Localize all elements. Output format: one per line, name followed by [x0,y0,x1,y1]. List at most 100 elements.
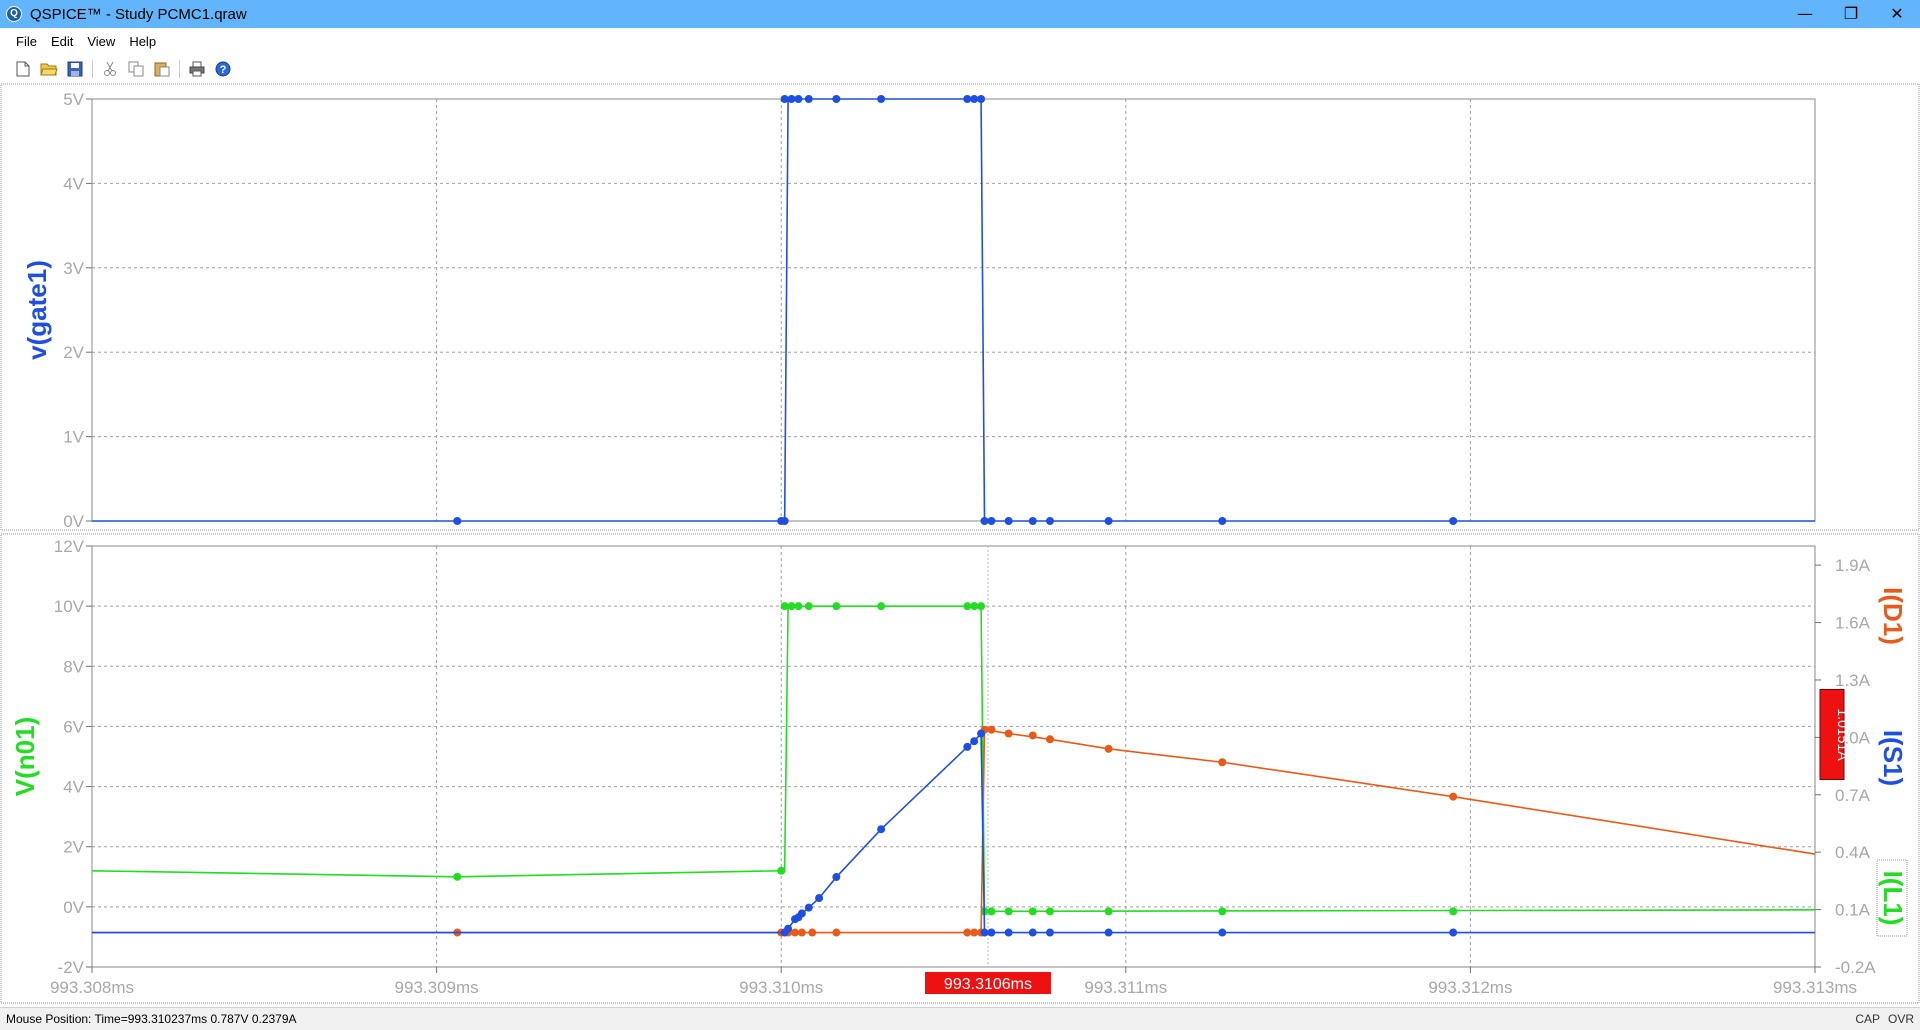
bottom-point-i-d1 [1028,731,1037,740]
top-left-tick-label: 0V [63,512,84,531]
paste-icon[interactable] [153,60,171,78]
top-left-tick-label: 4V [63,174,84,193]
bottom-point-i-d1 [970,928,979,937]
top-plot-frame [91,98,1816,522]
menu-help[interactable]: Help [122,34,163,49]
cursor-x-readout: 993.3106ms [924,972,1051,994]
top-left-tick-label: 3V [63,259,84,278]
bottom-point-v-n01 [963,602,972,611]
bottom-point-i-s1 [987,928,996,937]
restore-button[interactable]: ❐ [1828,0,1874,28]
mouse-position-readout: Mouse Position: Time=993.310237ms 0.787V… [6,1012,297,1026]
bottom-point-v-n01 [804,602,813,611]
bottom-right-tick-label: 0.4A [1835,843,1871,862]
bottom-point-i-d1 [797,928,806,937]
bottom-left-tick-label: 8V [63,657,84,676]
bottom-left-tick-label: 4V [63,778,84,797]
top-point-v-gate1 [1449,517,1458,525]
x-tick-label: 993.312ms [1428,978,1512,997]
help-icon[interactable]: ? [214,60,232,78]
copy-icon[interactable] [127,60,145,78]
bottom-point-i-s1 [797,909,806,918]
waveform-viewer[interactable]: 0V 1V 2V 3V 4V 5V v(gate1) -2V 0V 2V 4V 6V 8V 10V 12V -… [0,83,1920,1005]
right-axis-label-is1: I(S1) [1878,730,1908,786]
bottom-point-v-n01 [977,602,986,611]
bottom-point-v-n01 [877,602,886,611]
bottom-point-i-d1 [1004,729,1013,738]
top-point-v-gate1 [787,95,796,103]
top-point-v-gate1 [1028,517,1037,525]
bottom-right-tick-label: 1.3A [1835,671,1871,690]
top-pane-frame [0,83,1920,531]
right-axis-label-il1: I(L1) [1878,871,1908,926]
menu-bar: File Edit View Help [0,29,1920,53]
bottom-point-i-s1 [977,729,986,738]
close-button[interactable]: ✕ [1874,0,1920,28]
bottom-left-tick-label: 0V [63,898,84,917]
bottom-point-i-s1 [832,873,841,882]
bottom-pane: -2V0V2V4V6V8V10V12V-0.2A0.1A0.4A0.7A1.0A… [50,537,1876,997]
top-left-tick-label: 1V [63,428,84,447]
top-point-v-gate1 [980,517,989,525]
bottom-point-v-n01 [832,602,841,611]
bottom-point-v-n01 [1028,907,1037,916]
toolbar-separator [92,60,93,78]
bottom-point-i-s1 [1004,928,1013,937]
bottom-right-tick-label: 0.1A [1835,901,1871,920]
cut-icon[interactable] [101,60,119,78]
bottom-point-v-n01 [1218,907,1227,916]
bottom-point-v-n01 [794,602,803,611]
top-point-v-gate1 [963,95,972,103]
overwrite-indicator: OVR [1887,1012,1914,1026]
x-tick-label: 993.308ms [50,978,134,997]
window-title: QSPICE™ - Study PCMC1.qraw [30,5,247,23]
minimize-button[interactable]: — [1782,0,1828,28]
top-point-v-gate1 [780,95,789,103]
x-tick-label: 993.309ms [395,978,479,997]
top-point-v-gate1 [970,95,979,103]
new-file-icon[interactable] [14,60,32,78]
open-folder-icon[interactable] [40,60,58,78]
restore-icon: ❐ [1843,4,1859,23]
bottom-point-i-d1 [808,928,817,937]
bottom-left-tick-label: 6V [63,717,84,736]
bottom-point-i-d1 [987,725,996,734]
bottom-point-i-s1 [784,924,793,933]
bottom-point-i-s1 [1449,928,1458,937]
top-point-v-gate1 [1218,517,1227,525]
top-point-v-gate1 [987,517,996,525]
top-point-v-gate1 [804,95,813,103]
bottom-point-i-d1 [1045,735,1054,744]
menu-view[interactable]: View [80,34,122,49]
bottom-point-v-n01 [780,602,789,611]
bottom-left-axis-label: V(n01) [10,717,40,796]
bottom-point-i-s1 [815,894,824,903]
bottom-left-tick-label: 10V [54,597,85,616]
x-tick-label: 993.311ms [1084,978,1167,997]
top-trace-v-gate1 [92,98,1815,522]
menu-edit[interactable]: Edit [44,34,80,49]
bottom-point-i-d1 [790,928,799,937]
toolbar-separator [179,60,180,78]
bottom-point-i-s1 [1104,928,1113,937]
top-point-v-gate1 [832,95,841,103]
top-point-v-gate1 [977,95,986,103]
menu-file[interactable]: File [0,34,44,49]
top-point-v-gate1 [1004,517,1013,525]
top-left-tick-label: 2V [63,343,84,362]
bottom-point-v-n01 [1449,907,1458,916]
bottom-plot-frame [91,545,1816,968]
bottom-point-i-s1 [1045,928,1054,937]
bottom-point-v-n01 [787,602,796,611]
waveform-plot[interactable]: 0V 1V 2V 3V 4V 5V v(gate1) -2V 0V 2V 4V 6V 8V 10V 12V -… [0,83,1920,1005]
bottom-point-v-n01 [453,872,462,881]
x-tick-label: 993.310ms [739,978,823,997]
bottom-point-i-d1 [1218,758,1227,767]
save-icon[interactable] [66,60,84,78]
print-icon[interactable] [188,60,206,78]
bottom-point-i-d1 [1449,792,1458,801]
bottom-point-v-n01 [1104,907,1113,916]
bottom-point-i-d1 [963,928,972,937]
bottom-point-i-d1 [1104,744,1113,753]
top-point-v-gate1 [780,517,789,525]
